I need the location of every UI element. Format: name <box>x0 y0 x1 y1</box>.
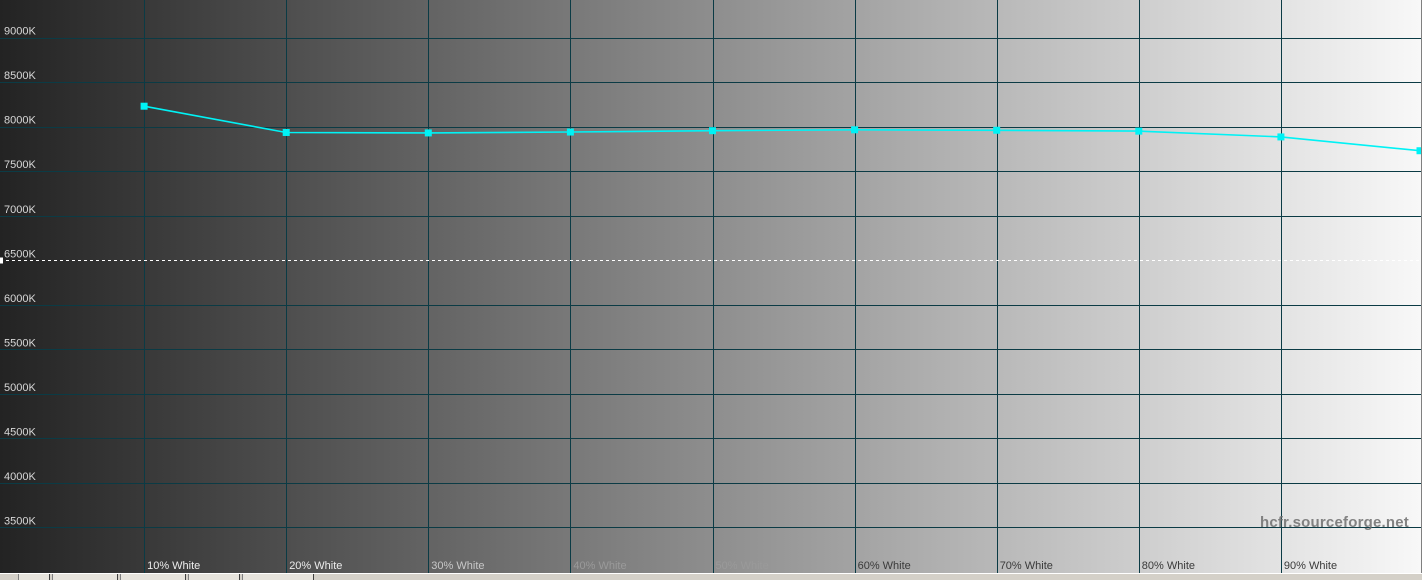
x-tick-label: 90% White <box>1284 560 1337 572</box>
y-tick-label: 8000K <box>4 115 36 127</box>
y-tick-label: 5500K <box>4 337 36 349</box>
x-tick-label: 60% White <box>858 560 911 572</box>
y-tick-label: 4500K <box>4 426 36 438</box>
temperature-chart: 3500K 4000K 4500K 5000K 5500K 6000K 6500K 7000K… <box>0 0 1421 573</box>
tab-bar <box>0 573 1422 580</box>
data-point <box>282 128 290 136</box>
x-tick-label: 80% White <box>1142 560 1195 572</box>
data-point <box>566 128 574 136</box>
watermark: hcfr.sourceforge.net <box>1259 514 1409 531</box>
y-tick-label: 7500K <box>4 159 36 171</box>
data-point <box>140 102 148 110</box>
x-tick-label: 10% White <box>147 560 200 572</box>
data-point <box>709 127 716 135</box>
y-tick-label: 8500K <box>4 70 36 82</box>
data-point <box>424 129 432 137</box>
x-tick-label: 40% White <box>573 560 626 572</box>
data-point <box>1416 147 1421 155</box>
x-tick-label: 70% White <box>1000 560 1053 572</box>
tab-stub[interactable] <box>52 574 118 580</box>
data-point <box>1277 133 1285 141</box>
y-tick-label: 4000K <box>4 471 36 483</box>
data-point <box>851 126 859 134</box>
tab-stub[interactable] <box>18 574 50 580</box>
tab-stub[interactable] <box>242 574 314 580</box>
y-tick-label: 9000K <box>4 26 36 38</box>
tab-stub[interactable] <box>188 574 240 580</box>
x-tick-label: 20% White <box>289 560 342 572</box>
y-tick-label: 6500K <box>4 248 36 260</box>
y-tick-label: 7000K <box>4 204 36 216</box>
x-tick-label: 50% White <box>716 560 769 572</box>
y-tick-label: 3500K <box>4 515 36 527</box>
chart-area: 3500K 4000K 4500K 5000K 5500K 6000K 6500K 7000K… <box>0 0 1422 573</box>
y-tick-label: 6000K <box>4 293 36 305</box>
data-point <box>1135 127 1143 135</box>
chart-background <box>0 0 1421 573</box>
reference-marker-left <box>0 257 3 264</box>
data-point <box>993 126 1001 134</box>
y-tick-label: 5000K <box>4 382 36 394</box>
x-tick-label: 30% White <box>431 560 484 572</box>
tab-stub[interactable] <box>120 574 186 580</box>
